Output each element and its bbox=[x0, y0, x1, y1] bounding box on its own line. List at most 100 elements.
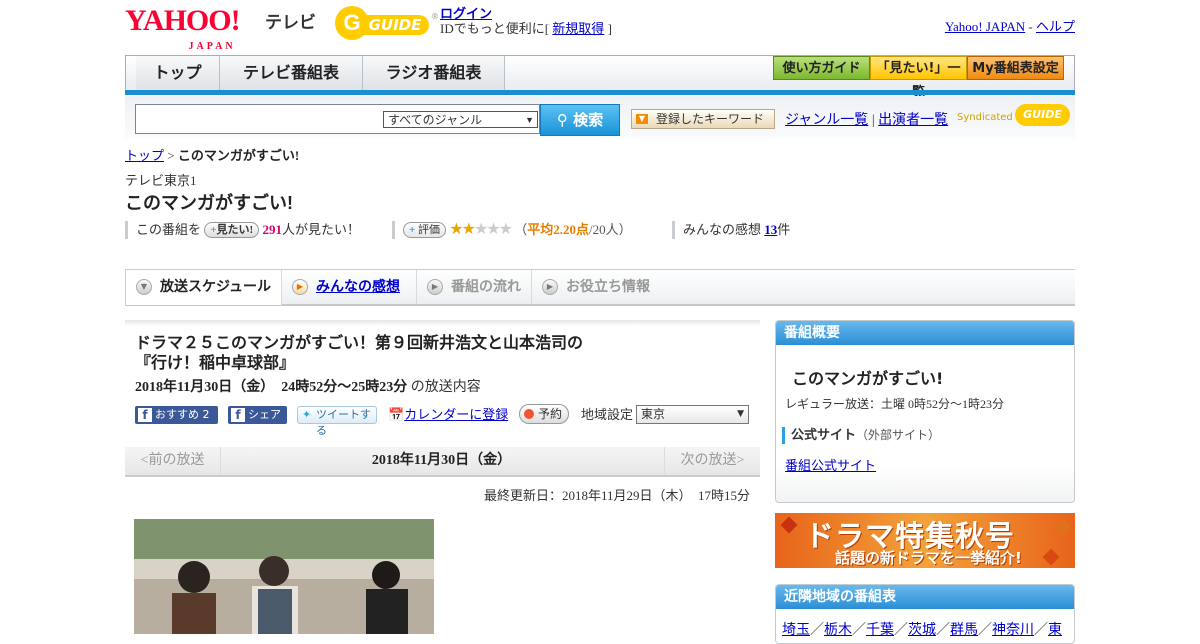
episode-title: ドラマ２５このマンガがすごい！第９回新井浩文と山本浩司の 『行け！稲中卓球部』 bbox=[135, 333, 735, 373]
nearby-link[interactable]: 東 bbox=[1048, 623, 1062, 638]
drama-special-banner[interactable]: ドラマ特集秋号 話題の新ドラマを一挙紹介! bbox=[775, 513, 1075, 568]
register-link[interactable]: 新規取得 bbox=[552, 21, 604, 36]
rating-label: 評価 bbox=[418, 224, 441, 236]
overview-box: 番組概要 このマンガがすごい! レギュラー放送：土曜 0時52分～1時23分 公… bbox=[775, 320, 1075, 503]
official-site-link[interactable]: 番組公式サイト bbox=[785, 458, 876, 473]
search-icon: ⚲ bbox=[556, 111, 568, 129]
region-select-value: 東京 bbox=[641, 407, 666, 421]
search-button[interactable]: ⚲ 検索 bbox=[540, 104, 620, 136]
guide-button[interactable]: 使い方ガイド bbox=[773, 56, 870, 80]
record-icon bbox=[524, 409, 534, 419]
yahoo-japan-link[interactable]: Yahoo! JAPAN bbox=[945, 19, 1025, 34]
impressions-count-link[interactable]: 13 bbox=[764, 222, 777, 237]
facebook-share-button[interactable]: f シェア bbox=[228, 406, 287, 424]
nearby-link[interactable]: 群馬 bbox=[950, 623, 978, 638]
tab-flow: ▶ 番組の流れ bbox=[417, 270, 532, 304]
search-button-label: 検索 bbox=[573, 111, 604, 129]
facebook-recommend-button[interactable]: f おすすめ 2 bbox=[135, 406, 218, 424]
fb-share-label: シェア bbox=[248, 408, 281, 421]
episode-datetime-suffix: の放送内容 bbox=[410, 380, 481, 395]
mitai-prefix: この番組を bbox=[136, 222, 202, 237]
episode-photo bbox=[134, 519, 434, 634]
episode-datetime: 2018年11月30日（金） 24時52分～25時23分 の放送内容 bbox=[135, 376, 481, 396]
tab-impressions[interactable]: ▶ みんなの感想 bbox=[282, 270, 417, 304]
breadcrumb: トップ > このマンガがすごい! bbox=[125, 145, 299, 164]
impressions-stat: みんなの感想 13件 bbox=[672, 221, 790, 239]
rating-button[interactable]: + 評価 bbox=[403, 222, 447, 238]
broadcast-pager: <前の放送 2018年11月30日（金） 次の放送> bbox=[125, 447, 760, 477]
help-link[interactable]: ヘルプ bbox=[1036, 19, 1075, 34]
rating-stat: + 評価 ★★★★★ （平均2.20点/20人） bbox=[392, 221, 632, 239]
logo-tv-label: テレビ bbox=[265, 13, 316, 33]
syndicated-text: Syndicated bbox=[957, 112, 1013, 123]
id-close: ] bbox=[607, 21, 612, 36]
syndicated-gguide-logo: Syndicated GUIDE bbox=[957, 104, 1072, 132]
rating-stars: ★★★★★ bbox=[449, 221, 513, 238]
impressions-prefix: みんなの感想 bbox=[683, 222, 762, 237]
facebook-icon: f bbox=[138, 408, 152, 422]
overview-title: 番組概要 bbox=[776, 321, 1074, 345]
reserve-button[interactable]: 予約 bbox=[519, 404, 569, 424]
genre-list-link[interactable]: ジャンル一覧 bbox=[785, 113, 868, 128]
chevron-right-icon: ▶ bbox=[427, 279, 443, 295]
nav-tab-tv[interactable]: テレビ番組表 bbox=[220, 56, 363, 91]
nearby-sep: ／ bbox=[852, 623, 866, 638]
header-links: Yahoo! JAPAN - ヘルプ bbox=[945, 16, 1075, 35]
tab-schedule[interactable]: ▼ 放送スケジュール bbox=[125, 269, 282, 305]
tweet-button[interactable]: ✦ ツイートする bbox=[297, 406, 377, 437]
chevron-down-icon: ▼ bbox=[136, 279, 152, 295]
rating-avg-prefix: （ bbox=[514, 222, 528, 237]
impressions-suffix: 件 bbox=[777, 222, 791, 237]
header-sep: - bbox=[1028, 19, 1033, 34]
breadcrumb-sep: > bbox=[167, 148, 175, 163]
share-row: f おすすめ 2 f シェア ✦ ツイートする 📅カレンダーに登録 予約 地域設… bbox=[135, 404, 760, 437]
gguide-wordmark: GUIDE bbox=[361, 15, 429, 35]
mitai-stat: この番組を +見たい! 291人が見たい！ bbox=[125, 221, 360, 239]
last-updated: 最終更新日：2018年11月29日（木） 17時15分 bbox=[483, 488, 750, 503]
breadcrumb-top[interactable]: トップ bbox=[125, 148, 164, 163]
tab-flow-label: 番組の流れ bbox=[451, 279, 521, 295]
select-arrow-icon: ▼ bbox=[737, 409, 744, 419]
calendar-link[interactable]: カレンダーに登録 bbox=[404, 407, 508, 422]
nearby-link[interactable]: 栃木 bbox=[824, 623, 852, 638]
my-schedule-button[interactable]: My番組表設定 bbox=[967, 56, 1064, 80]
chevron-right-icon: ▶ bbox=[292, 279, 308, 295]
overview-program-name: このマンガがすごい! bbox=[792, 369, 944, 388]
maple-leaf-icon bbox=[1042, 548, 1060, 566]
official-site-label: 公式サイト bbox=[791, 428, 857, 443]
yahoo-japan-logo[interactable]: YAHOO! JAPAN bbox=[125, 6, 241, 62]
prev-broadcast[interactable]: <前の放送 bbox=[125, 447, 221, 475]
next-broadcast[interactable]: 次の放送> bbox=[664, 447, 760, 475]
performer-list-link[interactable]: 出演者一覧 bbox=[878, 113, 948, 128]
episode-title-line2: 『行け！稲中卓球部』 bbox=[135, 353, 296, 372]
breadcrumb-current: このマンガがすごい! bbox=[177, 148, 300, 163]
mitai-button[interactable]: +見たい! bbox=[204, 222, 260, 238]
mitai-count: 291 bbox=[262, 222, 282, 237]
episode-datetime-value: 2018年11月30日（金） 24時52分～25時23分 bbox=[135, 380, 408, 395]
nav-underline bbox=[125, 90, 1075, 95]
star-filled-icon: ★ bbox=[449, 221, 463, 238]
maple-leaf-icon bbox=[780, 516, 798, 534]
region-select[interactable]: 東京 ▼ bbox=[636, 405, 749, 424]
episode-title-line1: ドラマ２５このマンガがすごい！第９回新井浩文と山本浩司の bbox=[135, 333, 584, 352]
nearby-sep: ／ bbox=[1034, 623, 1048, 638]
nearby-link[interactable]: 神奈川 bbox=[992, 623, 1034, 638]
nearby-link[interactable]: 埼玉 bbox=[782, 623, 810, 638]
nearby-link[interactable]: 千葉 bbox=[866, 623, 894, 638]
plus-icon: + bbox=[409, 224, 416, 236]
nav-tab-radio[interactable]: ラジオ番組表 bbox=[363, 56, 505, 91]
nearby-sep: ／ bbox=[936, 623, 950, 638]
tab-impressions-label: みんなの感想 bbox=[316, 279, 400, 295]
calendar-register[interactable]: 📅カレンダーに登録 bbox=[388, 406, 508, 424]
login-link[interactable]: ログイン bbox=[440, 6, 492, 21]
star-empty-icon: ★ bbox=[473, 221, 488, 238]
keyword-button[interactable]: ▼ 登録したキーワード bbox=[631, 109, 775, 129]
mitai-list-button[interactable]: 「見たい!」一覧 bbox=[870, 56, 967, 100]
nearby-link[interactable]: 茨城 bbox=[908, 623, 936, 638]
nearby-title: 近隣地域の番組表 bbox=[776, 585, 1074, 609]
station-name: テレビ東京1 bbox=[125, 173, 197, 188]
episode-photo-image bbox=[134, 519, 434, 634]
gguide-logo[interactable]: G GUIDE ® bbox=[335, 6, 439, 40]
nav-tab-top[interactable]: トップ bbox=[136, 56, 220, 91]
genre-select[interactable]: すべてのジャンル ▼ bbox=[383, 111, 538, 128]
